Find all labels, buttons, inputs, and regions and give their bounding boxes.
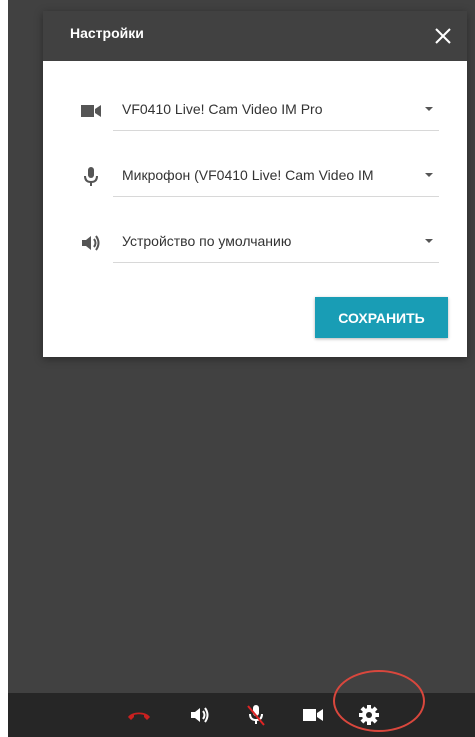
camera-select-value: VF0410 Live! Cam Video IM Pro [122,101,323,117]
dialog-header: Настройки [43,11,467,61]
settings-highlight-circle [333,670,425,732]
chevron-down-icon [425,173,433,177]
settings-dialog: Настройки VF0410 Live! Cam Video IM Pro [43,11,467,357]
microphone-setting-row: Микрофон (VF0410 Live! Cam Video IM [43,153,467,197]
close-button[interactable] [429,22,457,50]
chevron-down-icon [425,239,433,243]
video-toggle-button[interactable] [297,701,329,729]
chevron-down-icon [425,107,433,111]
speaker-select-value: Устройство по умолчанию [122,233,292,249]
microphone-muted-icon [247,705,265,726]
speaker-button[interactable] [184,701,216,729]
video-camera-icon [303,709,323,721]
hang-up-icon [128,712,150,720]
speaker-select[interactable]: Устройство по умолчанию [113,219,439,263]
speaker-setting-row: Устройство по умолчанию [43,219,467,263]
speaker-icon [79,231,103,255]
microphone-toggle-button[interactable] [240,701,272,729]
hang-up-button[interactable] [123,701,155,729]
video-camera-icon [79,99,103,123]
save-button[interactable]: СОХРАНИТЬ [315,297,448,338]
speaker-icon [191,707,209,723]
close-icon [435,28,451,44]
microphone-icon [79,165,103,189]
microphone-select-value: Микрофон (VF0410 Live! Cam Video IM [122,167,374,183]
camera-setting-row: VF0410 Live! Cam Video IM Pro [43,87,467,131]
dialog-title: Настройки [70,25,144,41]
microphone-select[interactable]: Микрофон (VF0410 Live! Cam Video IM [113,153,439,197]
camera-select[interactable]: VF0410 Live! Cam Video IM Pro [113,87,439,131]
